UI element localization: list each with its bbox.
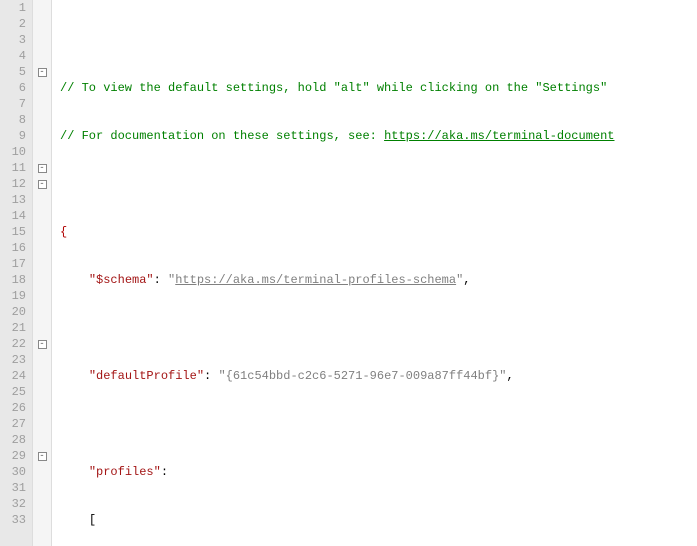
fold-cell [33, 416, 51, 432]
fold-cell [33, 0, 51, 16]
fold-cell: - [33, 64, 51, 80]
line-number: 20 [4, 304, 26, 320]
fold-cell [33, 240, 51, 256]
line-number: 29 [4, 448, 26, 464]
fold-toggle-icon[interactable]: - [38, 180, 47, 189]
fold-cell [33, 368, 51, 384]
fold-cell [33, 32, 51, 48]
line-number: 27 [4, 416, 26, 432]
line-number: 8 [4, 112, 26, 128]
line-number: 23 [4, 352, 26, 368]
line-number: 5 [4, 64, 26, 80]
fold-cell [33, 144, 51, 160]
code-line: // For documentation on these settings, … [60, 128, 697, 144]
line-number: 25 [4, 384, 26, 400]
code-area[interactable]: // To view the default settings, hold "a… [52, 0, 697, 546]
line-number: 3 [4, 32, 26, 48]
code-line: "defaultProfile": "{61c54bbd-c2c6-5271-9… [60, 368, 697, 384]
line-number: 11 [4, 160, 26, 176]
line-number: 1 [4, 0, 26, 16]
line-number: 24 [4, 368, 26, 384]
line-number: 6 [4, 80, 26, 96]
fold-cell [33, 80, 51, 96]
line-number: 21 [4, 320, 26, 336]
code-line: { [60, 224, 697, 240]
fold-cell [33, 288, 51, 304]
code-line [60, 32, 697, 48]
line-number: 13 [4, 192, 26, 208]
fold-cell [33, 320, 51, 336]
line-number: 30 [4, 464, 26, 480]
line-number-gutter: 1234567891011121314151617181920212223242… [0, 0, 33, 546]
code-line [60, 176, 697, 192]
fold-cell [33, 464, 51, 480]
line-number: 10 [4, 144, 26, 160]
code-editor[interactable]: 1234567891011121314151617181920212223242… [0, 0, 697, 546]
fold-cell [33, 304, 51, 320]
fold-cell [33, 48, 51, 64]
fold-cell [33, 496, 51, 512]
line-number: 9 [4, 128, 26, 144]
code-line: [ [60, 512, 697, 528]
fold-cell [33, 96, 51, 112]
fold-cell [33, 432, 51, 448]
fold-cell [33, 352, 51, 368]
line-number: 17 [4, 256, 26, 272]
fold-cell: - [33, 336, 51, 352]
fold-cell [33, 224, 51, 240]
fold-cell [33, 512, 51, 528]
fold-toggle-icon[interactable]: - [38, 164, 47, 173]
fold-cell [33, 16, 51, 32]
line-number: 31 [4, 480, 26, 496]
code-line: // To view the default settings, hold "a… [60, 80, 697, 96]
fold-cell: - [33, 448, 51, 464]
line-number: 26 [4, 400, 26, 416]
code-line [60, 416, 697, 432]
code-line [60, 320, 697, 336]
code-line: "profiles": [60, 464, 697, 480]
line-number: 7 [4, 96, 26, 112]
code-line: "$schema": "https://aka.ms/terminal-prof… [60, 272, 697, 288]
line-number: 28 [4, 432, 26, 448]
line-number: 14 [4, 208, 26, 224]
fold-cell [33, 480, 51, 496]
fold-cell: - [33, 160, 51, 176]
fold-cell [33, 400, 51, 416]
line-number: 16 [4, 240, 26, 256]
line-number: 19 [4, 288, 26, 304]
fold-gutter: - - - - - [33, 0, 52, 546]
fold-cell: - [33, 176, 51, 192]
fold-toggle-icon[interactable]: - [38, 452, 47, 461]
fold-cell [33, 208, 51, 224]
line-number: 4 [4, 48, 26, 64]
fold-toggle-icon[interactable]: - [38, 68, 47, 77]
line-number: 2 [4, 16, 26, 32]
line-number: 32 [4, 496, 26, 512]
fold-cell [33, 384, 51, 400]
fold-cell [33, 192, 51, 208]
fold-toggle-icon[interactable]: - [38, 340, 47, 349]
line-number: 33 [4, 512, 26, 528]
fold-cell [33, 256, 51, 272]
line-number: 22 [4, 336, 26, 352]
line-number: 12 [4, 176, 26, 192]
line-number: 18 [4, 272, 26, 288]
fold-cell [33, 128, 51, 144]
line-number: 15 [4, 224, 26, 240]
fold-cell [33, 112, 51, 128]
fold-cell [33, 272, 51, 288]
